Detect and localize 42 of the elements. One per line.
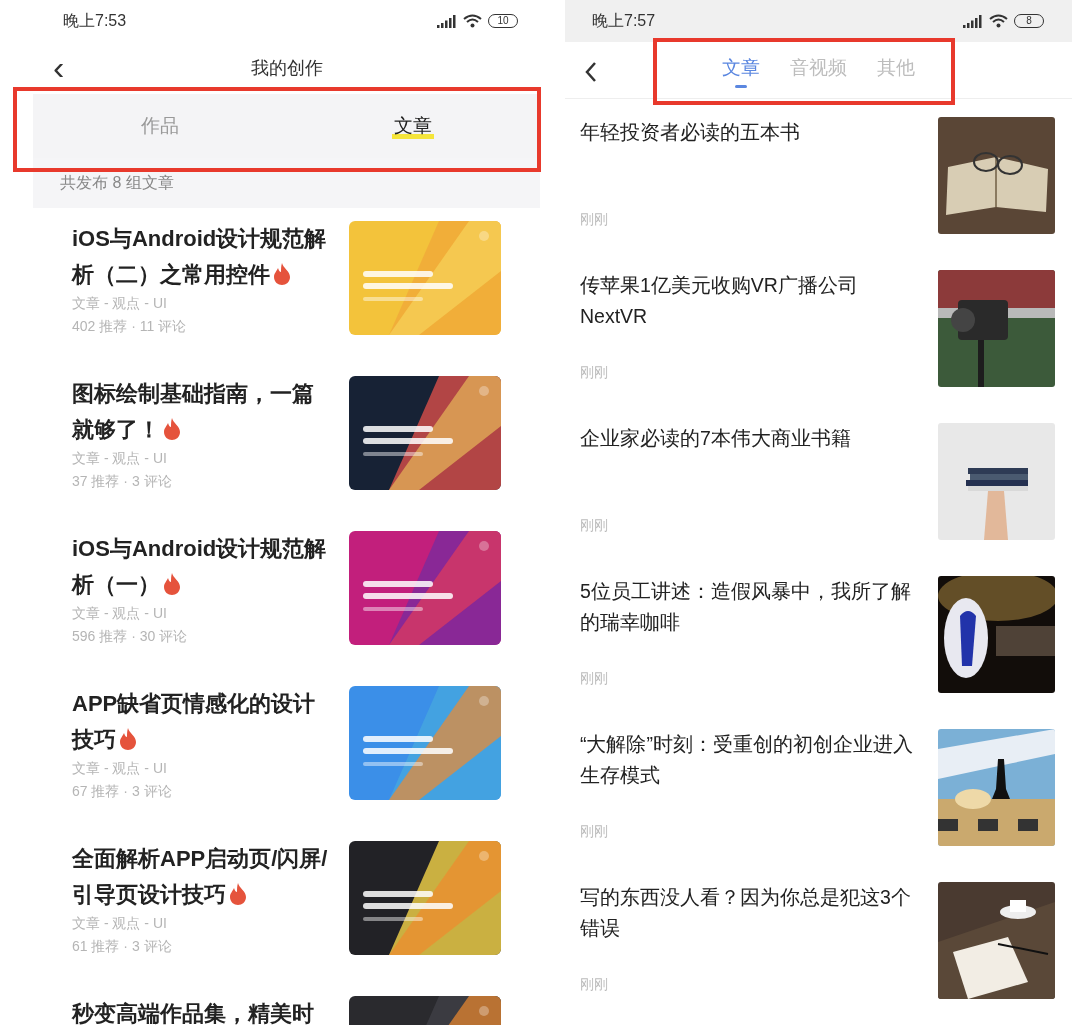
- article-title[interactable]: 年轻投资者必读的五本书: [580, 117, 915, 148]
- article-title[interactable]: iOS与Android设计规范解析（一）: [72, 531, 334, 603]
- tab[interactable]: 文章: [722, 53, 760, 87]
- article-title[interactable]: 企业家必读的7本伟大商业书籍: [580, 423, 915, 454]
- article-title[interactable]: 写的东西没人看？因为你总是犯这3个错误: [580, 882, 915, 944]
- tab-indicator: [735, 85, 747, 89]
- article-stats: 596 推荐 · 30 评论: [72, 627, 189, 646]
- article-time: 刚刚: [580, 822, 609, 841]
- summary-text: 共发布 8 组文章: [60, 173, 174, 193]
- battery-level: 8: [1026, 16, 1032, 26]
- wifi-icon: [989, 14, 1008, 28]
- article-time: 刚刚: [580, 210, 609, 229]
- article-time: 刚刚: [580, 516, 609, 535]
- battery-level: 10: [497, 16, 509, 26]
- page-title: 我的创作: [250, 56, 323, 80]
- article-title[interactable]: APP缺省页情感化的设计技巧: [72, 686, 334, 758]
- article-tags: 文章 - 观点 - UI: [72, 603, 337, 623]
- article-title[interactable]: iOS与Android设计规范解析（二）之常用控件: [72, 221, 334, 293]
- status-time: 晚上7:53: [63, 11, 127, 31]
- article-title[interactable]: 5位员工讲述：造假风暴中，我所了解的瑞幸咖啡: [580, 576, 915, 638]
- article-time: 刚刚: [580, 363, 609, 382]
- article-stats: 61 推荐 · 3 评论: [72, 937, 173, 956]
- article-time: 刚刚: [580, 975, 609, 994]
- article-title[interactable]: 传苹果1亿美元收购VR广播公司NextVR: [580, 270, 915, 332]
- article-tags: 文章 - 观点 - UI: [72, 913, 337, 933]
- back-icon[interactable]: [585, 61, 597, 83]
- status-time: 晚上7:57: [592, 11, 656, 31]
- article-title[interactable]: “大解除”时刻：受重创的初创企业进入生存模式: [580, 729, 915, 791]
- back-button[interactable]: ‹: [53, 50, 65, 84]
- article-tags: 文章 - 观点 - UI: [72, 758, 337, 778]
- signal-icon: [437, 14, 457, 28]
- article-title[interactable]: 秒变高端作品集，精美时: [72, 996, 334, 1025]
- article-tags: 文章 - 观点 - UI: [72, 448, 337, 468]
- article-time: 刚刚: [580, 669, 609, 688]
- article-stats: 402 推荐 · 11 评论: [72, 317, 188, 336]
- article-stats: 37 推荐 · 3 评论: [72, 472, 173, 491]
- article-tags: 文章 - 观点 - UI: [72, 293, 337, 313]
- article-title[interactable]: 图标绘制基础指南，一篇就够了！: [72, 376, 334, 448]
- article-stats: 67 推荐 · 3 评论: [72, 782, 173, 801]
- signal-icon: [963, 14, 983, 28]
- wifi-icon: [463, 14, 482, 28]
- article-title[interactable]: 全面解析APP启动页/闪屏/引导页设计技巧: [72, 841, 334, 913]
